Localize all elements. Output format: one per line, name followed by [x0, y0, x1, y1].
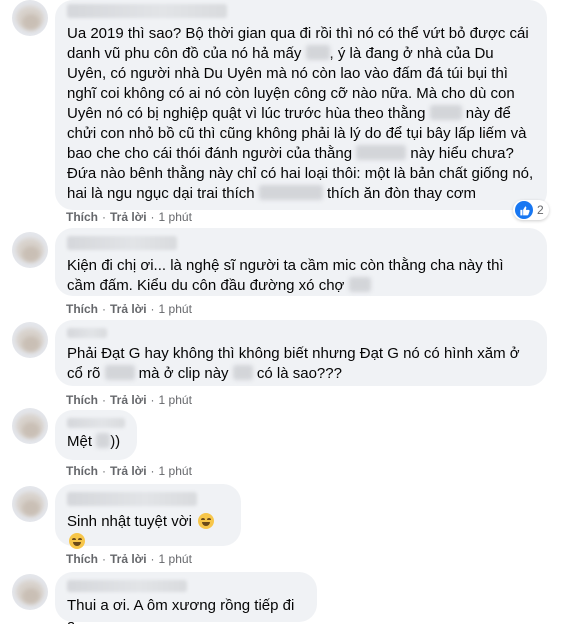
like-button[interactable]: Thích: [66, 302, 98, 316]
comment-actions: Thích · Trả lời · 1 phút: [66, 393, 192, 407]
comment-timestamp[interactable]: 1 phút: [159, 464, 192, 478]
comment-text: Thui a ơi. A ôm xương rồng tiếp đi a: [67, 597, 295, 624]
redacted-text: [356, 145, 407, 160]
grinning-face-icon: [69, 533, 85, 549]
redacted-text: [258, 185, 323, 200]
like-button[interactable]: Thích: [66, 464, 98, 478]
comment-bubble: Mệt )): [55, 410, 137, 460]
like-button[interactable]: Thích: [66, 393, 98, 407]
author-name-redacted[interactable]: [67, 4, 227, 18]
author-name-redacted[interactable]: [67, 492, 197, 506]
comment-text: Ua 2019 thì sao? Bộ thời gian qua đi rồi…: [67, 25, 534, 202]
like-button[interactable]: Thích: [66, 552, 98, 566]
redacted-text: [429, 105, 462, 120]
avatar[interactable]: [12, 408, 48, 444]
comment-text: Sinh nhật tuyệt vời: [67, 512, 229, 552]
author-name-redacted[interactable]: [67, 418, 125, 428]
comment-timestamp[interactable]: 1 phút: [159, 552, 192, 566]
avatar[interactable]: [12, 232, 48, 268]
reply-button[interactable]: Trả lời: [110, 552, 147, 566]
redacted-text: [96, 433, 111, 448]
author-name-redacted[interactable]: [67, 328, 107, 338]
avatar[interactable]: [12, 0, 48, 36]
comment-actions: Thích · Trả lời · 1 phút: [66, 302, 192, 316]
comment-actions: Thích · Trả lời · 1 phút: [66, 552, 192, 566]
reaction-count[interactable]: 2: [513, 200, 549, 220]
avatar[interactable]: [12, 574, 48, 610]
reaction-count-label: 2: [537, 203, 544, 217]
avatar[interactable]: [12, 486, 48, 522]
comment-bubble: Kiện đi chị ơi... là nghệ sĩ người ta cầ…: [55, 228, 547, 296]
like-button[interactable]: Thích: [66, 210, 98, 224]
redacted-text: [232, 365, 253, 380]
comment-text: Mệt )): [67, 433, 121, 450]
comment-timestamp[interactable]: 1 phút: [159, 302, 192, 316]
author-name-redacted[interactable]: [67, 236, 177, 250]
like-icon: [515, 201, 533, 219]
redacted-text: [305, 45, 330, 60]
reply-button[interactable]: Trả lời: [110, 210, 147, 224]
reply-button[interactable]: Trả lời: [110, 393, 147, 407]
avatar[interactable]: [12, 322, 48, 358]
comment-bubble: Thui a ơi. A ôm xương rồng tiếp đi a: [55, 572, 317, 624]
comment-actions: Thích · Trả lời · 1 phút: [66, 210, 192, 224]
comment-text: Phải Đạt G hay không thì không biết nhưn…: [67, 345, 520, 382]
grinning-face-icon: [198, 513, 215, 529]
redacted-text: [348, 277, 371, 292]
comment-text: Kiện đi chị ơi... là nghệ sĩ người ta cầ…: [67, 257, 504, 294]
comment-timestamp[interactable]: 1 phút: [159, 210, 192, 224]
reply-button[interactable]: Trả lời: [110, 464, 147, 478]
comment-bubble: Sinh nhật tuyệt vời: [55, 484, 241, 549]
comment-actions: Thích · Trả lời · 1 phút: [66, 464, 192, 478]
reply-button[interactable]: Trả lời: [110, 302, 147, 316]
author-name-redacted[interactable]: [67, 580, 187, 592]
redacted-text: [104, 365, 135, 380]
comment-bubble: Phải Đạt G hay không thì không biết nhưn…: [55, 320, 547, 386]
comment-timestamp[interactable]: 1 phút: [159, 393, 192, 407]
comment-bubble: Ua 2019 thì sao? Bộ thời gian qua đi rồi…: [55, 0, 547, 210]
